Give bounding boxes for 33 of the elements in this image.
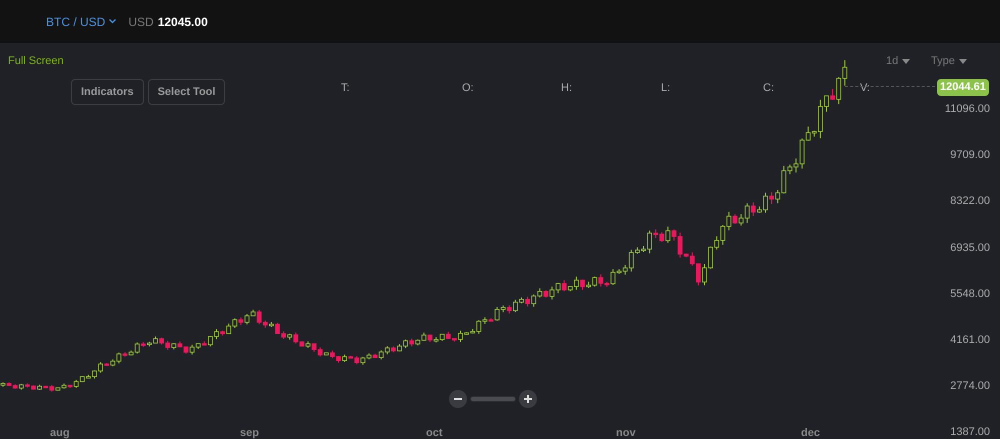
y-axis-label: 9709.00 <box>950 148 990 164</box>
y-axis-label: 5548.00 <box>950 286 990 302</box>
x-axis-label: oct <box>426 426 442 439</box>
ohlc-label: O: <box>462 81 474 96</box>
x-axis-label: aug <box>50 426 70 439</box>
currency-label: USD <box>128 14 154 30</box>
pair-selector[interactable]: BTC / USD <box>46 12 106 30</box>
plus-icon <box>523 394 533 404</box>
x-axis-label: sep <box>240 426 259 439</box>
y-axis-label: 11096.00 <box>944 102 990 117</box>
chevron-down-icon <box>109 19 116 24</box>
toolbar-button[interactable]: Select Tool <box>148 79 226 105</box>
ohlc-label: H: <box>561 81 572 96</box>
y-axis-label: 6935.00 <box>950 240 990 256</box>
x-axis-label: dec <box>801 426 820 439</box>
toolbar-button[interactable]: Indicators <box>71 79 144 105</box>
current-price-tag: 12044.61 <box>937 79 989 96</box>
ohlc-label: T: <box>341 81 350 96</box>
y-axis-label: 2774.00 <box>950 379 990 394</box>
zoom-out-button[interactable] <box>449 390 467 408</box>
ohlc-label: L: <box>661 81 670 96</box>
zoom-in-button[interactable] <box>519 390 537 408</box>
y-axis-label: 8322.00 <box>950 194 990 210</box>
interval-dropdown[interactable]: 1d <box>886 53 898 70</box>
caret-icon <box>902 58 910 64</box>
y-axis-label: 4161.00 <box>950 333 990 348</box>
caret-icon <box>958 58 967 64</box>
full-screen-link[interactable]: Full Screen <box>8 53 64 70</box>
y-axis-label: 1387.00 <box>950 425 990 439</box>
type-dropdown[interactable]: Type <box>931 53 955 70</box>
ohlc-label: C: <box>763 81 774 96</box>
x-axis-label: nov <box>616 426 636 439</box>
price-value: 12045.00 <box>158 14 208 30</box>
